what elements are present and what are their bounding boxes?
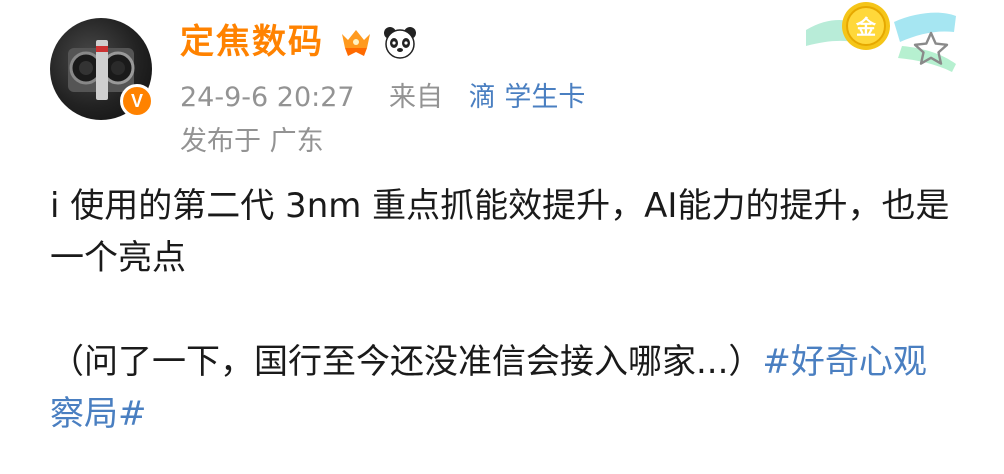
panda-icon[interactable] bbox=[382, 24, 418, 60]
username[interactable]: 定焦数码 bbox=[180, 20, 324, 64]
post-content: i 使用的第二代 3nm 重点抓能效提升，AI能力的提升，也是一个亮点 （问了一… bbox=[50, 180, 950, 440]
star-icon[interactable] bbox=[912, 30, 950, 68]
post-text-paragraph-1: i 使用的第二代 3nm 重点抓能效提升，AI能力的提升，也是一个亮点 bbox=[50, 186, 950, 278]
avatar[interactable]: V bbox=[50, 18, 154, 120]
post-text-question: （问了一下，国行至今还没准信会接入哪家...） bbox=[50, 342, 763, 382]
post-location: 发布于 广东 bbox=[180, 126, 324, 157]
post-text-paragraph-2: （问了一下，国行至今还没准信会接入哪家...）#好奇心观察局# bbox=[50, 336, 950, 440]
post-timestamp: 24-9-6 20:27 bbox=[180, 82, 355, 113]
user-badges bbox=[338, 22, 418, 62]
orange-crown-badge-icon[interactable] bbox=[338, 24, 374, 60]
verified-badge-icon: V bbox=[120, 84, 154, 118]
weibo-post: V 定焦数码 24-9-6 20:27 来自 滴 学生卡 发布于 广东 金 i … bbox=[0, 0, 1004, 474]
gold-badge-text: 金 bbox=[855, 15, 877, 39]
post-source[interactable]: 滴 学生卡 bbox=[469, 82, 586, 113]
post-meta: 24-9-6 20:27 来自 滴 学生卡 bbox=[180, 80, 585, 116]
post-from-label: 来自 bbox=[388, 82, 443, 113]
